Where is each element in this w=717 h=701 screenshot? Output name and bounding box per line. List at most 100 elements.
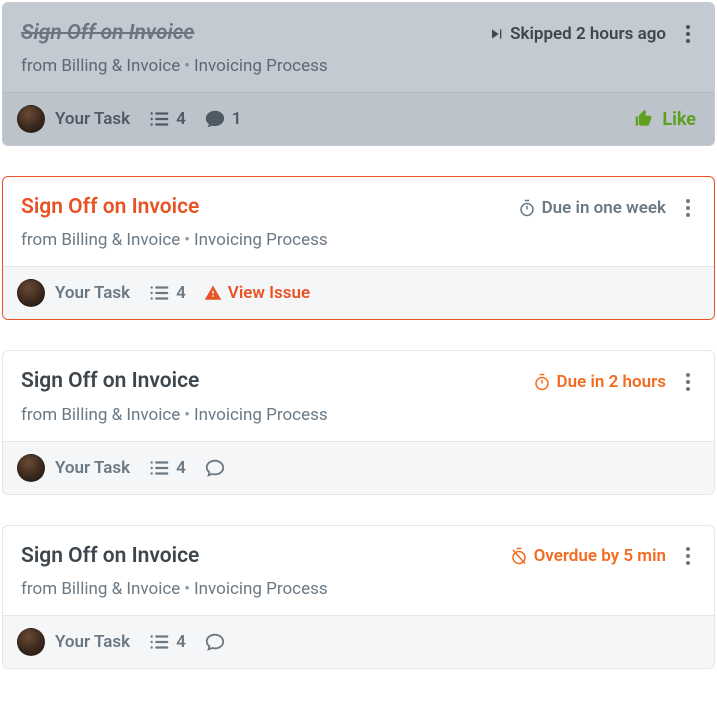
status-text: Due in 2 hours <box>557 372 666 392</box>
footer-left: Your Task 4 View Issue <box>17 279 310 307</box>
more-menu-button[interactable] <box>680 545 696 567</box>
process-link[interactable]: Invoicing Process <box>194 405 328 425</box>
separator-dot: • <box>180 405 194 425</box>
comment-button[interactable] <box>204 457 226 479</box>
owner-label: Your Task <box>55 458 130 478</box>
task-card: Sign Off on Invoice Overdue by 5 min fro… <box>2 525 715 669</box>
owner-label: Your Task <box>55 632 130 652</box>
footer-left: Your Task 4 1 <box>17 105 242 133</box>
source-prefix: from <box>21 579 61 599</box>
status-due-soon: Due in 2 hours <box>533 372 666 392</box>
checklist-number: 4 <box>176 109 186 129</box>
avatar <box>17 628 45 656</box>
like-label: Like <box>662 109 696 130</box>
view-issue-label: View Issue <box>228 283 310 303</box>
title-row: Sign Off on Invoice Skipped 2 hours ago <box>21 21 696 46</box>
timer-icon <box>518 199 536 217</box>
task-card: Sign Off on Invoice Due in one week from… <box>2 176 715 320</box>
warning-icon <box>204 284 222 302</box>
process-link[interactable]: Invoicing Process <box>194 579 328 599</box>
card-header: Sign Off on Invoice Skipped 2 hours ago … <box>3 3 714 92</box>
kebab-icon <box>686 32 690 36</box>
checklist-count[interactable]: 4 <box>148 108 186 130</box>
source-prefix: from <box>21 56 61 76</box>
title-row: Sign Off on Invoice Due in 2 hours <box>21 369 696 394</box>
status-text: Overdue by 5 min <box>534 546 666 566</box>
workspace-link[interactable]: Billing & Invoice <box>61 56 180 76</box>
title-row: Sign Off on Invoice Due in one week <box>21 195 696 220</box>
checklist-count[interactable]: 4 <box>148 282 186 304</box>
checklist-icon <box>148 631 170 653</box>
separator-dot: • <box>180 56 194 76</box>
card-header: Sign Off on Invoice Overdue by 5 min fro… <box>3 526 714 615</box>
thumbs-up-icon <box>634 109 654 129</box>
comment-count[interactable]: 1 <box>204 108 242 130</box>
kebab-icon <box>686 380 690 384</box>
checklist-number: 4 <box>176 283 186 303</box>
process-link[interactable]: Invoicing Process <box>194 56 328 76</box>
status-area: Skipped 2 hours ago <box>488 23 696 45</box>
timer-icon <box>533 373 551 391</box>
task-owner[interactable]: Your Task <box>17 279 130 307</box>
card-footer: Your Task 4 <box>3 615 714 668</box>
timer-off-icon <box>510 547 528 565</box>
more-menu-button[interactable] <box>680 197 696 219</box>
title-row: Sign Off on Invoice Overdue by 5 min <box>21 544 696 569</box>
checklist-count[interactable]: 4 <box>148 631 186 653</box>
workspace-link[interactable]: Billing & Invoice <box>61 230 180 250</box>
checklist-count[interactable]: 4 <box>148 457 186 479</box>
comment-number: 1 <box>232 109 242 129</box>
separator-dot: • <box>180 579 194 599</box>
footer-left: Your Task 4 <box>17 628 226 656</box>
task-card: Sign Off on Invoice Due in 2 hours from … <box>2 350 715 494</box>
checklist-number: 4 <box>176 458 186 478</box>
card-footer: Your Task 4 View Issue <box>3 266 714 319</box>
task-owner[interactable]: Your Task <box>17 105 130 133</box>
separator-dot: • <box>180 230 194 250</box>
status-due: Due in one week <box>518 198 666 218</box>
task-title[interactable]: Sign Off on Invoice <box>21 21 194 46</box>
view-issue-button[interactable]: View Issue <box>204 283 310 303</box>
workspace-link[interactable]: Billing & Invoice <box>61 579 180 599</box>
avatar <box>17 454 45 482</box>
workspace-link[interactable]: Billing & Invoice <box>61 405 180 425</box>
comment-button[interactable] <box>204 631 226 653</box>
task-title[interactable]: Sign Off on Invoice <box>21 544 199 569</box>
status-skipped: Skipped 2 hours ago <box>488 24 666 44</box>
card-header: Sign Off on Invoice Due in one week from… <box>3 177 714 266</box>
checklist-icon <box>148 108 170 130</box>
skip-forward-icon <box>488 26 504 42</box>
footer-left: Your Task 4 <box>17 454 226 482</box>
status-text: Due in one week <box>542 198 666 218</box>
more-menu-button[interactable] <box>680 371 696 393</box>
task-owner[interactable]: Your Task <box>17 628 130 656</box>
checklist-icon <box>148 457 170 479</box>
source-prefix: from <box>21 230 61 250</box>
status-area: Due in 2 hours <box>533 371 696 393</box>
card-subtitle: from Billing & Invoice•Invoicing Process <box>21 579 696 599</box>
like-button[interactable]: Like <box>634 109 696 130</box>
card-subtitle: from Billing & Invoice•Invoicing Process <box>21 405 696 425</box>
task-card: Sign Off on Invoice Skipped 2 hours ago … <box>2 2 715 146</box>
avatar <box>17 105 45 133</box>
card-footer: Your Task 4 <box>3 441 714 494</box>
card-header: Sign Off on Invoice Due in 2 hours from … <box>3 351 714 440</box>
status-overdue: Overdue by 5 min <box>510 546 666 566</box>
card-footer: Your Task 4 1 Like <box>3 92 714 145</box>
comment-icon <box>204 108 226 130</box>
status-area: Overdue by 5 min <box>510 545 696 567</box>
task-owner[interactable]: Your Task <box>17 454 130 482</box>
source-prefix: from <box>21 405 61 425</box>
avatar <box>17 279 45 307</box>
status-area: Due in one week <box>518 197 696 219</box>
kebab-icon <box>686 206 690 210</box>
task-title[interactable]: Sign Off on Invoice <box>21 195 199 220</box>
checklist-number: 4 <box>176 632 186 652</box>
process-link[interactable]: Invoicing Process <box>194 230 328 250</box>
owner-label: Your Task <box>55 109 130 129</box>
checklist-icon <box>148 282 170 304</box>
kebab-icon <box>686 554 690 558</box>
more-menu-button[interactable] <box>680 23 696 45</box>
task-title[interactable]: Sign Off on Invoice <box>21 369 199 394</box>
comment-outline-icon <box>204 631 226 653</box>
